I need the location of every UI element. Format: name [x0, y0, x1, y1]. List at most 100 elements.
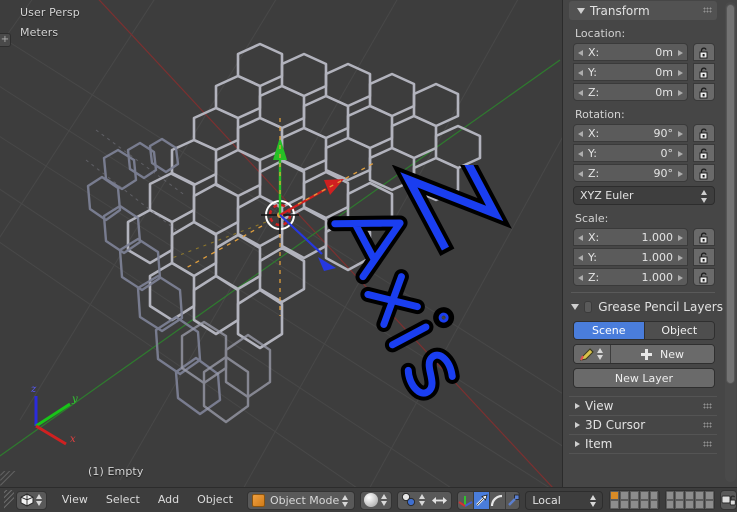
lock-location-y-button[interactable]: [693, 63, 715, 81]
layer-cell[interactable]: [630, 491, 639, 500]
location-z-field[interactable]: Z: 0m: [573, 83, 688, 101]
panel-header-view[interactable]: View: [569, 396, 717, 415]
layer-cell[interactable]: [704, 500, 714, 509]
decrement-arrow-icon[interactable]: [578, 235, 583, 241]
tab-scene[interactable]: Scene: [574, 322, 644, 339]
rotation-mode-dropdown[interactable]: XYZ Euler: [573, 186, 715, 205]
layer-cell[interactable]: [649, 491, 659, 500]
menu-select[interactable]: Select: [97, 490, 149, 510]
rotation-z-field[interactable]: Z: 90°: [573, 164, 688, 182]
scene-layers-group-2[interactable]: [664, 490, 715, 510]
properties-n-panel[interactable]: Transform Location: X: 0m Y: 0m Z: 0m Ro…: [562, 0, 737, 487]
panel-grip-icon[interactable]: [703, 441, 712, 447]
tab-object[interactable]: Object: [643, 322, 714, 339]
n-panel-scrollbar[interactable]: [725, 2, 736, 482]
scrollbar-thumb[interactable]: [726, 4, 735, 384]
scale-y-field[interactable]: Y: 1.000: [573, 248, 688, 266]
menu-add[interactable]: Add: [149, 490, 188, 510]
layer-cell[interactable]: [675, 500, 685, 509]
decrement-arrow-icon[interactable]: [578, 50, 583, 56]
rotation-y-field[interactable]: Y: 0°: [573, 144, 688, 162]
increment-arrow-icon[interactable]: [678, 171, 683, 177]
menu-view[interactable]: View: [53, 490, 97, 510]
new-grease-pencil-button[interactable]: New: [610, 345, 714, 363]
increment-arrow-icon[interactable]: [678, 275, 683, 281]
new-button-label: New: [660, 347, 684, 361]
layer-cell[interactable]: [694, 500, 704, 509]
scene-layers-group-1[interactable]: [609, 490, 660, 510]
layer-cell[interactable]: [685, 491, 694, 500]
viewport-corner-grip[interactable]: [0, 471, 16, 487]
scale-x-field[interactable]: X: 1.000: [573, 228, 688, 246]
layer-cell[interactable]: [704, 491, 714, 500]
layer-cell[interactable]: [685, 500, 694, 509]
layer-cell[interactable]: [639, 491, 649, 500]
new-layer-button[interactable]: New Layer: [573, 368, 715, 388]
3d-viewport[interactable]: User Persp Meters (1) Empty + z y x: [0, 0, 562, 487]
lock-object-modes-button[interactable]: [719, 490, 737, 510]
layer-cell[interactable]: [665, 491, 675, 500]
increment-arrow-icon[interactable]: [678, 90, 683, 96]
transform-orientation-dropdown[interactable]: Local: [525, 490, 604, 510]
rotate-manipulator-button[interactable]: [488, 491, 505, 509]
rotation-x-label: X:: [588, 126, 600, 140]
decrement-arrow-icon[interactable]: [578, 151, 583, 157]
scale-z-field[interactable]: Z: 1.000: [573, 268, 688, 286]
decrement-arrow-icon[interactable]: [578, 90, 583, 96]
lock-rotation-z-button[interactable]: [693, 164, 715, 182]
decrement-arrow-icon[interactable]: [578, 275, 583, 281]
layer-cell[interactable]: [630, 500, 639, 509]
menu-object[interactable]: Object: [188, 490, 242, 510]
decrement-arrow-icon[interactable]: [578, 70, 583, 76]
rotation-z-value: 90°: [653, 166, 674, 180]
layer-cell[interactable]: [675, 491, 685, 500]
layer-cell[interactable]: [620, 500, 629, 509]
lock-location-z-button[interactable]: [693, 83, 715, 101]
manipulator-toggle-button[interactable]: [457, 491, 473, 509]
lock-rotation-y-button[interactable]: [693, 144, 715, 162]
location-y-field[interactable]: Y: 0m: [573, 63, 688, 81]
rotation-x-field[interactable]: X: 90°: [573, 124, 688, 142]
decrement-arrow-icon[interactable]: [578, 131, 583, 137]
increment-arrow-icon[interactable]: [678, 70, 683, 76]
scale-section-label: Scale:: [575, 212, 609, 225]
translate-manipulator-button[interactable]: [472, 491, 489, 509]
decrement-arrow-icon[interactable]: [578, 171, 583, 177]
panel-grip-icon[interactable]: [703, 7, 712, 13]
panel-header-item[interactable]: Item: [569, 434, 717, 453]
layer-cell[interactable]: [649, 500, 659, 509]
lock-rotation-x-button[interactable]: [693, 124, 715, 142]
toolshelf-expand-button[interactable]: +: [0, 33, 11, 47]
increment-arrow-icon[interactable]: [678, 151, 683, 157]
panel-header-grease-pencil-layers[interactable]: Grease Pencil Layers: [563, 297, 723, 317]
layer-cell[interactable]: [620, 491, 629, 500]
panel-header-transform[interactable]: Transform: [569, 1, 717, 20]
increment-arrow-icon[interactable]: [678, 131, 683, 137]
layer-cell[interactable]: [665, 500, 675, 509]
lock-location-x-button[interactable]: [693, 43, 715, 61]
increment-arrow-icon[interactable]: [678, 50, 683, 56]
pivot-point-dropdown[interactable]: [396, 490, 452, 510]
scale-x-value: 1.000: [641, 230, 674, 244]
decrement-arrow-icon[interactable]: [578, 255, 583, 261]
scale-manipulator-button[interactable]: [504, 491, 520, 509]
interaction-mode-dropdown[interactable]: Object Mode: [246, 490, 355, 510]
location-x-field[interactable]: X: 0m: [573, 43, 688, 61]
rotation-row-z: Z: 90°: [573, 164, 715, 182]
editor-type-button[interactable]: [15, 490, 47, 510]
lock-scale-y-button[interactable]: [693, 248, 715, 266]
lock-scale-x-button[interactable]: [693, 228, 715, 246]
increment-arrow-icon[interactable]: [678, 235, 683, 241]
panel-header-3d-cursor[interactable]: 3D Cursor: [569, 415, 717, 434]
grease-pencil-browse-button[interactable]: [574, 345, 610, 363]
layer-cell[interactable]: [639, 500, 649, 509]
layer-cell[interactable]: [610, 491, 620, 500]
viewport-shading-dropdown[interactable]: [359, 490, 392, 510]
panel-grip-icon[interactable]: [703, 422, 712, 428]
increment-arrow-icon[interactable]: [678, 255, 683, 261]
layer-cell[interactable]: [610, 500, 620, 509]
layer-cell[interactable]: [694, 491, 704, 500]
lock-scale-z-button[interactable]: [693, 268, 715, 286]
header-grip-icon[interactable]: [4, 490, 14, 510]
panel-grip-icon[interactable]: [703, 403, 712, 409]
